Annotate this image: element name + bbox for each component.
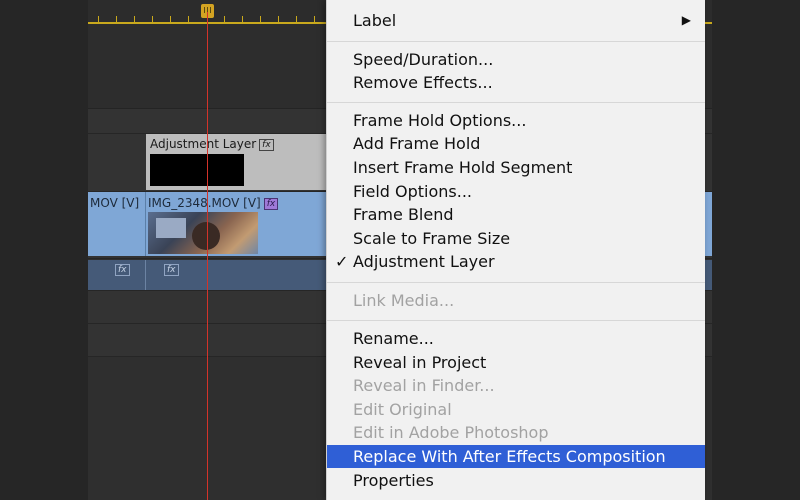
fx-badge: fx xyxy=(259,139,274,151)
menu-separator xyxy=(327,102,705,103)
playhead-grip-line xyxy=(204,7,205,13)
menu-item-frame-hold-options[interactable]: Frame Hold Options... xyxy=(327,109,705,132)
ruler-tick xyxy=(278,16,279,22)
menu-item-text: Speed/Duration... xyxy=(353,50,494,69)
menu-item-label[interactable]: Label ▶ xyxy=(327,9,705,32)
thumbnail-detail xyxy=(192,222,220,250)
menu-item-text: Edit in Adobe Photoshop xyxy=(353,423,549,442)
right-letterbox xyxy=(712,0,800,500)
clip-divider xyxy=(145,260,146,290)
menu-item-rename[interactable]: Rename... xyxy=(327,327,705,350)
ruler-tick xyxy=(296,16,297,22)
clip-label: MOV [V] xyxy=(90,196,140,210)
menu-item-edit-in-adobe-photoshop: Edit in Adobe Photoshop xyxy=(327,421,705,444)
clip-label: IMG_2348.MOV [V] xyxy=(148,196,261,210)
menu-item-remove-effects[interactable]: Remove Effects... xyxy=(327,71,705,94)
menu-item-frame-blend[interactable]: Frame Blend xyxy=(327,203,705,226)
video-clip-previous[interactable]: MOV [V] xyxy=(88,192,146,256)
adjustment-clip-label: Adjustment Layer xyxy=(150,137,257,151)
playhead-grip-line xyxy=(210,7,211,13)
adjustment-clip-title: Adjustment Layer fx xyxy=(150,137,274,151)
fx-badge: fx xyxy=(263,198,279,210)
menu-item-speed-duration[interactable]: Speed/Duration... xyxy=(327,48,705,71)
clip-title: IMG_2348.MOV [V] fx xyxy=(148,196,279,210)
menu-item-add-frame-hold[interactable]: Add Frame Hold xyxy=(327,132,705,155)
adjustment-clip-thumbnail xyxy=(150,154,244,186)
menu-item-edit-original: Edit Original xyxy=(327,398,705,421)
menu-item-text: Properties xyxy=(353,471,434,490)
menu-item-adjustment-layer[interactable]: ✓ Adjustment Layer xyxy=(327,250,705,273)
thumbnail-detail xyxy=(156,218,186,238)
fx-badge: fx xyxy=(164,264,179,276)
menu-item-text: Frame Hold Options... xyxy=(353,111,527,130)
menu-item-field-options[interactable]: Field Options... xyxy=(327,180,705,203)
menu-item-reveal-in-finder: Reveal in Finder... xyxy=(327,374,705,397)
checkmark-icon: ✓ xyxy=(335,252,349,271)
menu-item-text: Insert Frame Hold Segment xyxy=(353,158,573,177)
menu-item-text: Reveal in Finder... xyxy=(353,376,495,395)
menu-item-replace-with-after-effects-composition[interactable]: Replace With After Effects Composition xyxy=(327,445,705,468)
menu-item-text: Replace With After Effects Composition xyxy=(353,447,666,466)
menu-separator xyxy=(327,41,705,42)
menu-separator xyxy=(327,320,705,321)
menu-item-text: Frame Blend xyxy=(353,205,454,224)
menu-item-text: Scale to Frame Size xyxy=(353,229,511,248)
menu-item-text: Label xyxy=(353,11,397,30)
ruler-tick xyxy=(260,16,261,22)
menu-item-text: Remove Effects... xyxy=(353,73,493,92)
clip-thumbnail xyxy=(148,212,258,254)
fx-badge: fx xyxy=(115,264,130,276)
menu-item-text: Add Frame Hold xyxy=(353,134,481,153)
ruler-tick xyxy=(98,16,99,22)
ruler-tick xyxy=(188,16,189,22)
menu-item-insert-frame-hold-segment[interactable]: Insert Frame Hold Segment xyxy=(327,156,705,179)
menu-separator xyxy=(327,282,705,283)
ruler-tick xyxy=(314,16,315,22)
ruler-tick xyxy=(134,16,135,22)
ruler-tick xyxy=(170,16,171,22)
menu-item-text: Edit Original xyxy=(353,400,452,419)
ruler-tick xyxy=(152,16,153,22)
ruler-tick xyxy=(224,16,225,22)
playhead-line xyxy=(207,12,208,500)
menu-item-text: Link Media... xyxy=(353,291,455,310)
menu-item-reveal-in-project[interactable]: Reveal in Project xyxy=(327,351,705,374)
menu-item-text: Rename... xyxy=(353,329,434,348)
menu-item-properties[interactable]: Properties xyxy=(327,469,705,492)
ruler-tick xyxy=(116,16,117,22)
submenu-arrow-icon: ▶ xyxy=(681,13,691,27)
left-letterbox xyxy=(0,0,88,500)
ruler-tick xyxy=(242,16,243,22)
menu-item-text: Field Options... xyxy=(353,182,473,201)
context-menu: Label ▶ Speed/Duration... Remove Effects… xyxy=(326,0,705,500)
menu-item-link-media: Link Media... xyxy=(327,289,705,312)
menu-item-text: Reveal in Project xyxy=(353,353,487,372)
menu-item-text: Adjustment Layer xyxy=(353,252,495,271)
menu-item-scale-to-frame-size[interactable]: Scale to Frame Size xyxy=(327,227,705,250)
